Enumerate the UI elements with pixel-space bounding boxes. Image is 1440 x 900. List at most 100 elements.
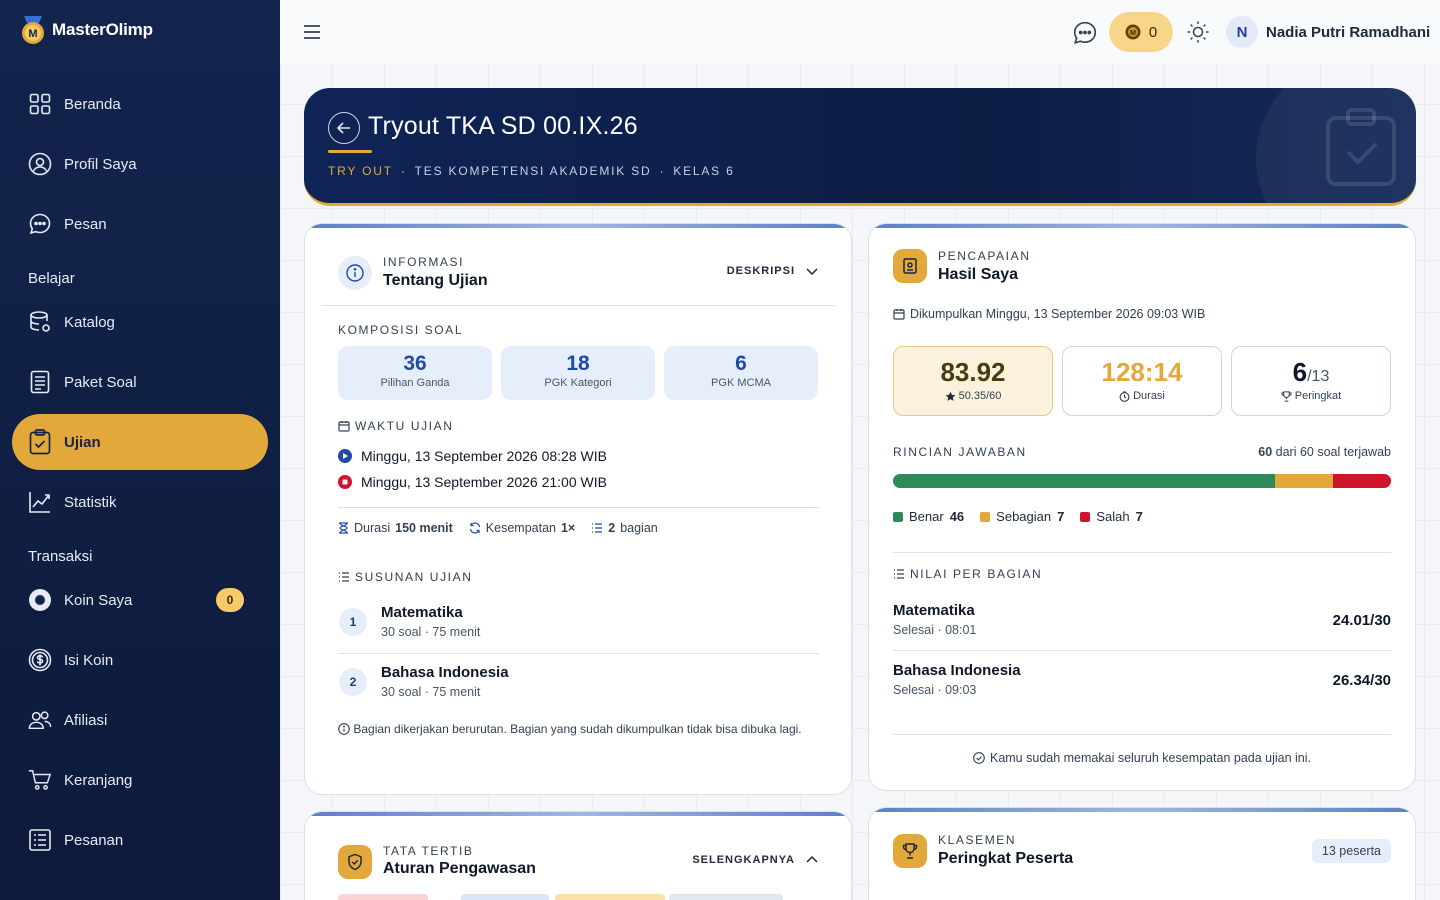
info-icon (338, 723, 350, 735)
part-meta: Selesai · 08:01 (893, 623, 977, 637)
rule-chip (669, 894, 783, 900)
duration-label: Durasi (1133, 390, 1165, 402)
card-kicker: INFORMASI (383, 255, 465, 269)
sidebar-item-ujian[interactable]: Ujian (12, 414, 268, 470)
submitted-info: Dikumpulkan Minggu, 13 September 2026 09… (893, 307, 1205, 321)
list-icon (894, 569, 904, 579)
coin-balance-button[interactable]: M 0 (1109, 12, 1173, 52)
description-toggle[interactable]: DESKRIPSI (727, 264, 819, 278)
composition-label: PGK Kategori (544, 377, 612, 389)
rule-chip (555, 894, 665, 900)
legend-label: Salah (1096, 509, 1130, 524)
composition-label: Pilihan Ganda (380, 377, 450, 389)
sun-icon (1187, 21, 1209, 43)
hamburger-menu-button[interactable] (302, 22, 322, 42)
wrong-swatch (1080, 511, 1091, 522)
theme-toggle-button[interactable] (1186, 20, 1210, 44)
rank-total: /13 (1307, 368, 1330, 385)
sidebar-item-label: Ujian (64, 433, 101, 451)
wrong-segment (1332, 474, 1391, 488)
duration-sub: Durasi (1063, 390, 1221, 402)
exam-info-card: INFORMASI Tentang Ujian DESKRIPSI KOMPOS… (304, 223, 852, 795)
sidebar-item-pesan[interactable]: Pesan (12, 196, 268, 252)
calendar-icon (338, 421, 350, 432)
breakdown-heading: RINCIAN JAWABAN (893, 445, 1027, 459)
time-heading: WAKTU UJIAN (338, 419, 454, 433)
app-name: MasterOlimp (52, 20, 153, 39)
section-meta: 30 soal · 75 menit (381, 685, 481, 699)
card-kicker: KLASEMEN (938, 833, 1017, 847)
id-badge-icon (893, 249, 927, 283)
part-name: Bahasa Indonesia (893, 662, 1021, 679)
partial-swatch (980, 511, 991, 522)
correct-swatch (893, 511, 903, 522)
rule-chip (461, 894, 549, 900)
attempts-label: Kesempatan (485, 521, 556, 535)
sidebar-item-koin-saya[interactable]: Koin Saya 0 (12, 572, 268, 628)
stop-icon (338, 475, 352, 489)
exam-tags: TRY OUT · TES KOMPETENSI AKADEMIK SD · K… (328, 164, 735, 178)
answer-breakdown-bar (893, 474, 1391, 488)
chart-line-icon (28, 490, 52, 514)
parts-value: 2 (608, 521, 616, 535)
composition-count: 36 (403, 352, 427, 375)
exam-meta-row: Durasi 150 menit Kesempatan 1× 2 bagian (338, 521, 658, 535)
composition-multiple-choice: 36 Pilihan Ganda (338, 346, 492, 400)
exam-end-time: Minggu, 13 September 2026 21:00 WIB (338, 474, 607, 490)
user-name[interactable]: Nadia Putri Ramadhani (1266, 24, 1430, 41)
svg-text:M: M (28, 28, 37, 40)
clipboard-check-icon (28, 429, 52, 455)
app-logo[interactable]: M MasterOlimp (20, 14, 153, 46)
participant-count-badge: 13 peserta (1311, 839, 1391, 863)
sidebar-item-label: Paket Soal (64, 373, 137, 391)
result-card: PENCAPAIAN Hasil Saya Dikumpulkan Minggu… (868, 223, 1416, 791)
parts-label: bagian (620, 521, 658, 535)
section-name: Bahasa Indonesia (381, 664, 509, 681)
calendar-icon (893, 309, 905, 320)
sidebar-item-isi-koin[interactable]: Isi Koin (12, 632, 268, 688)
divider (893, 734, 1391, 735)
divider (893, 650, 1391, 651)
exam-note: Bagian dikerjakan berurutan. Bagian yang… (338, 721, 808, 737)
section-meta: 30 soal · 75 menit (381, 625, 481, 639)
rules-toggle[interactable]: SELENGKAPNYA (692, 853, 819, 867)
attempts-meta: Kesempatan 1× (469, 521, 575, 535)
answered-count: 60 dari 60 soal terjawab (1258, 445, 1391, 459)
exam-type-tag: TRY OUT (328, 164, 393, 178)
sidebar-item-label: Beranda (64, 95, 121, 113)
hourglass-icon (339, 522, 348, 534)
rank-box: 6/13 Peringkat (1231, 346, 1391, 416)
sidebar-item-statistik[interactable]: Statistik (12, 474, 268, 530)
trophy-icon (893, 834, 927, 868)
info-icon (338, 256, 372, 290)
divider (338, 653, 819, 654)
sidebar-item-pesanan[interactable]: Pesanan (12, 812, 268, 868)
rank-sub: Peringkat (1232, 390, 1390, 402)
cart-icon (28, 768, 52, 792)
coin-badge: 0 (216, 588, 244, 612)
user-circle-icon (28, 152, 52, 176)
legend-correct: Benar 46 (893, 509, 964, 524)
sidebar-item-katalog[interactable]: Katalog (12, 294, 268, 350)
rule-chip (338, 894, 428, 900)
back-button[interactable] (328, 112, 360, 144)
duration-label: Durasi (354, 521, 391, 535)
sidebar-item-profil[interactable]: Profil Saya (12, 136, 268, 192)
sidebar-item-beranda[interactable]: Beranda (12, 76, 268, 132)
sidebar-item-keranjang[interactable]: Keranjang (12, 752, 268, 808)
star-icon (945, 391, 955, 401)
legend-value: 7 (1135, 509, 1143, 524)
sidebar-item-label: Pesan (64, 215, 107, 233)
divider (893, 552, 1391, 553)
avatar[interactable]: N (1226, 16, 1258, 48)
sidebar-item-paket-soal[interactable]: Paket Soal (12, 354, 268, 410)
sidebar-section-transaksi: Transaksi (28, 548, 93, 565)
toggle-label: DESKRIPSI (726, 265, 795, 277)
rank-number: 6 (1292, 357, 1308, 387)
leaderboard-card: KLASEMEN Peringkat Peserta 13 peserta (868, 807, 1416, 900)
messages-button[interactable] (1072, 20, 1098, 46)
sidebar-item-afiliasi[interactable]: Afiliasi (12, 692, 268, 748)
database-icon (28, 310, 52, 334)
card-title: Hasil Saya (938, 266, 1019, 283)
per-part-heading: NILAI PER BAGIAN (893, 567, 1042, 581)
